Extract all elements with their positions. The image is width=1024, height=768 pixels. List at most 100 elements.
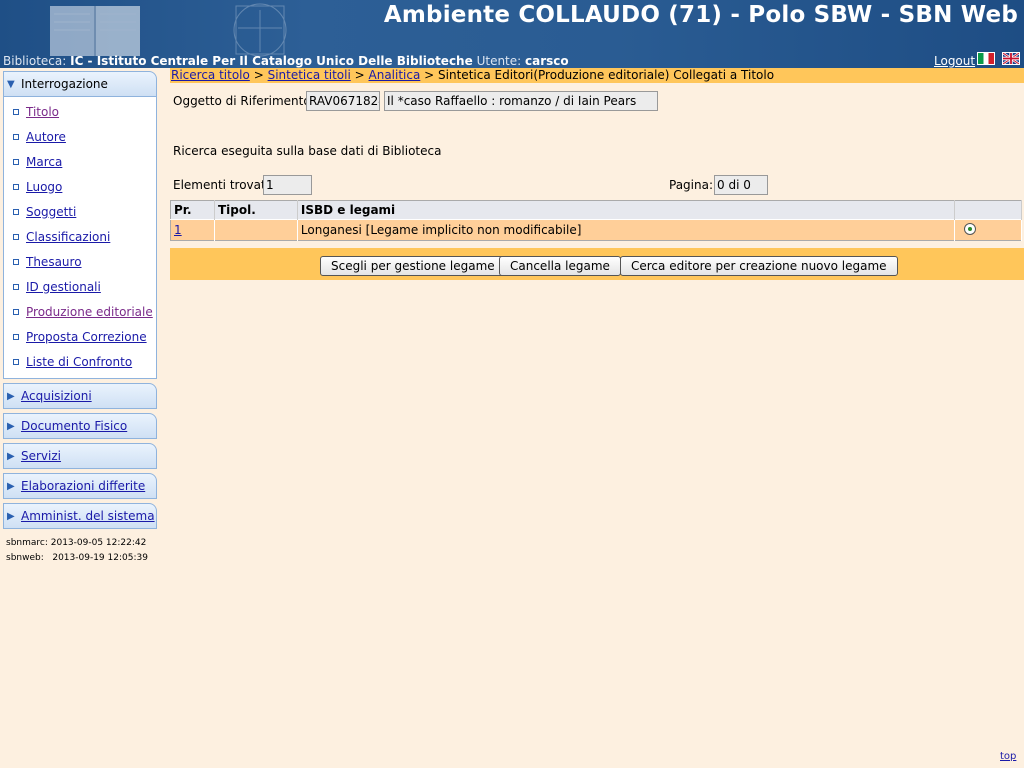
square-bullet-icon (13, 358, 19, 365)
triangle-right-icon: ▶ (7, 510, 15, 522)
square-bullet-icon (13, 133, 19, 140)
column-header-select (954, 200, 1022, 220)
menu-section-documento-fisico[interactable]: ▶ Documento Fisico (3, 413, 157, 439)
square-bullet-icon (13, 283, 19, 290)
menu-section-label: Amminist. del sistema (21, 509, 155, 523)
square-bullet-icon (13, 333, 19, 340)
sidebar-link-soggetti[interactable]: Soggetti (26, 205, 76, 219)
column-header-isbd: ISBD e legami (297, 200, 956, 220)
menu-section-amministrazione[interactable]: ▶ Amminist. del sistema (3, 503, 157, 529)
menu-section-acquisizioni[interactable]: ▶ Acquisizioni (3, 383, 157, 409)
results-table: Pr. Tipol. ISBD e legami 1 Longanesi [Le… (170, 200, 1022, 241)
interrogazione-submenu: Titolo Autore Marca Luogo Soggetti Class… (3, 97, 157, 379)
sidebar-item-autore: Autore (4, 124, 156, 149)
triangle-right-icon: ▶ (7, 480, 15, 492)
cell-tipol (214, 219, 298, 241)
action-bar: Scegli per gestione legame Cancella lega… (170, 248, 1024, 280)
logout-link[interactable]: Logout (934, 54, 975, 68)
vitruvian-decoration-icon (233, 3, 287, 57)
italian-flag-icon[interactable] (977, 52, 995, 65)
book-decoration-icon (50, 6, 140, 56)
search-publisher-button[interactable]: Cerca editore per creazione nuovo legame (620, 256, 898, 276)
breadcrumb-link-sintetica-titoli[interactable]: Sintetica titoli (268, 68, 351, 82)
sidebar: ▼ Interrogazione Titolo Autore Marca Luo… (3, 71, 157, 566)
delete-link-button[interactable]: Cancella legame (499, 256, 621, 276)
sidebar-link-id-gestionali[interactable]: ID gestionali (26, 280, 101, 294)
breadcrumb-separator: > (424, 68, 435, 82)
sidebar-item-luogo: Luogo (4, 174, 156, 199)
breadcrumb-current: Sintetica Editori(Produzione editoriale)… (438, 68, 775, 82)
menu-section-label: Servizi (21, 449, 62, 463)
square-bullet-icon (13, 108, 19, 115)
breadcrumb-separator: > (354, 68, 365, 82)
choose-link-button[interactable]: Scegli per gestione legame (320, 256, 506, 276)
sidebar-item-id-gestionali: ID gestionali (4, 274, 156, 299)
sidebar-link-produzione-editoriale[interactable]: Produzione editoriale (26, 305, 153, 319)
menu-section-label: Acquisizioni (21, 389, 92, 403)
app-header: Ambiente COLLAUDO (71) - Polo SBW - SBN … (0, 0, 1024, 68)
biblioteca-label: Biblioteca: (3, 54, 67, 68)
sidebar-link-titolo[interactable]: Titolo (26, 105, 59, 119)
sidebar-link-autore[interactable]: Autore (26, 130, 66, 144)
menu-section-label: Interrogazione (21, 77, 108, 91)
timestamp-sbnmarc: sbnmarc: 2013-09-05 12:22:42 (3, 536, 157, 551)
sidebar-item-thesauro: Thesauro (4, 249, 156, 274)
timestamp-sbnweb: sbnweb: 2013-09-19 12:05:39 (3, 551, 157, 566)
utente-value: carsco (525, 54, 569, 68)
table-header-row: Pr. Tipol. ISBD e legami (170, 200, 1022, 220)
timestamp-name: sbnweb: (6, 553, 44, 563)
cell-isbd: Longanesi [Legame implicito non modifica… (297, 219, 956, 241)
sidebar-item-proposta-correzione: Proposta Correzione (4, 324, 156, 349)
sidebar-link-luogo[interactable]: Luogo (26, 180, 62, 194)
square-bullet-icon (13, 208, 19, 215)
reference-code-field: RAV0671824 (306, 91, 380, 111)
found-count-field: 1 (263, 175, 312, 195)
sidebar-link-liste-di-confronto[interactable]: Liste di Confronto (26, 355, 132, 369)
sidebar-item-marca: Marca (4, 149, 156, 174)
uk-flag-icon[interactable] (1002, 52, 1020, 65)
menu-section-servizi[interactable]: ▶ Servizi (3, 443, 157, 469)
menu-section-label: Documento Fisico (21, 419, 128, 433)
top-link[interactable]: top (1000, 751, 1016, 762)
reference-label: Oggetto di Riferimento : (173, 94, 319, 108)
table-row: 1 Longanesi [Legame implicito non modifi… (170, 219, 1022, 241)
square-bullet-icon (13, 183, 19, 190)
breadcrumb-link-analitica[interactable]: Analitica (369, 68, 421, 82)
menu-section-elaborazioni-differite[interactable]: ▶ Elaborazioni differite (3, 473, 157, 499)
cell-pr: 1 (170, 219, 215, 241)
sidebar-item-produzione-editoriale: Produzione editoriale (4, 299, 156, 324)
sidebar-item-liste-di-confronto: Liste di Confronto (4, 349, 156, 374)
app-title: Ambiente COLLAUDO (71) - Polo SBW - SBN … (383, 2, 1018, 28)
reference-title-field: Il *caso Raffaello : romanzo / di Iain P… (384, 91, 658, 111)
menu-section-interrogazione[interactable]: ▼ Interrogazione (3, 71, 157, 97)
library-info: Biblioteca: IC - Istituto Centrale Per I… (3, 54, 569, 68)
found-label: Elementi trovati: (173, 178, 274, 192)
triangle-down-icon: ▼ (7, 78, 15, 90)
column-header-pr: Pr. (170, 200, 215, 220)
sidebar-item-classificazioni: Classificazioni (4, 224, 156, 249)
timestamp-name: sbnmarc: (6, 538, 48, 548)
sidebar-link-proposta-correzione[interactable]: Proposta Correzione (26, 330, 147, 344)
row-number-link[interactable]: 1 (174, 223, 182, 237)
breadcrumb-separator: > (253, 68, 264, 82)
uk-flag-graphic (1003, 53, 1019, 64)
breadcrumb-link-ricerca-titolo[interactable]: Ricerca titolo (171, 68, 250, 82)
timestamp-value: 2013-09-05 12:22:42 (50, 538, 147, 548)
sidebar-link-thesauro[interactable]: Thesauro (26, 255, 82, 269)
sidebar-link-classificazioni[interactable]: Classificazioni (26, 230, 110, 244)
square-bullet-icon (13, 308, 19, 315)
utente-label: Utente: (476, 54, 522, 68)
search-info-text: Ricerca eseguita sulla base dati di Bibl… (173, 144, 442, 158)
square-bullet-icon (13, 158, 19, 165)
triangle-right-icon: ▶ (7, 450, 15, 462)
page-label: Pagina: (669, 178, 714, 192)
triangle-right-icon: ▶ (7, 420, 15, 432)
menu-section-label: Elaborazioni differite (21, 479, 146, 493)
square-bullet-icon (13, 233, 19, 240)
sidebar-item-titolo: Titolo (4, 99, 156, 124)
biblioteca-value: IC - Istituto Centrale Per Il Catalogo U… (70, 54, 473, 68)
sidebar-link-marca[interactable]: Marca (26, 155, 62, 169)
page-field: 0 di 0 (714, 175, 768, 195)
row-select-radio[interactable] (964, 222, 977, 235)
timestamp-value: 2013-09-19 12:05:39 (52, 553, 148, 563)
